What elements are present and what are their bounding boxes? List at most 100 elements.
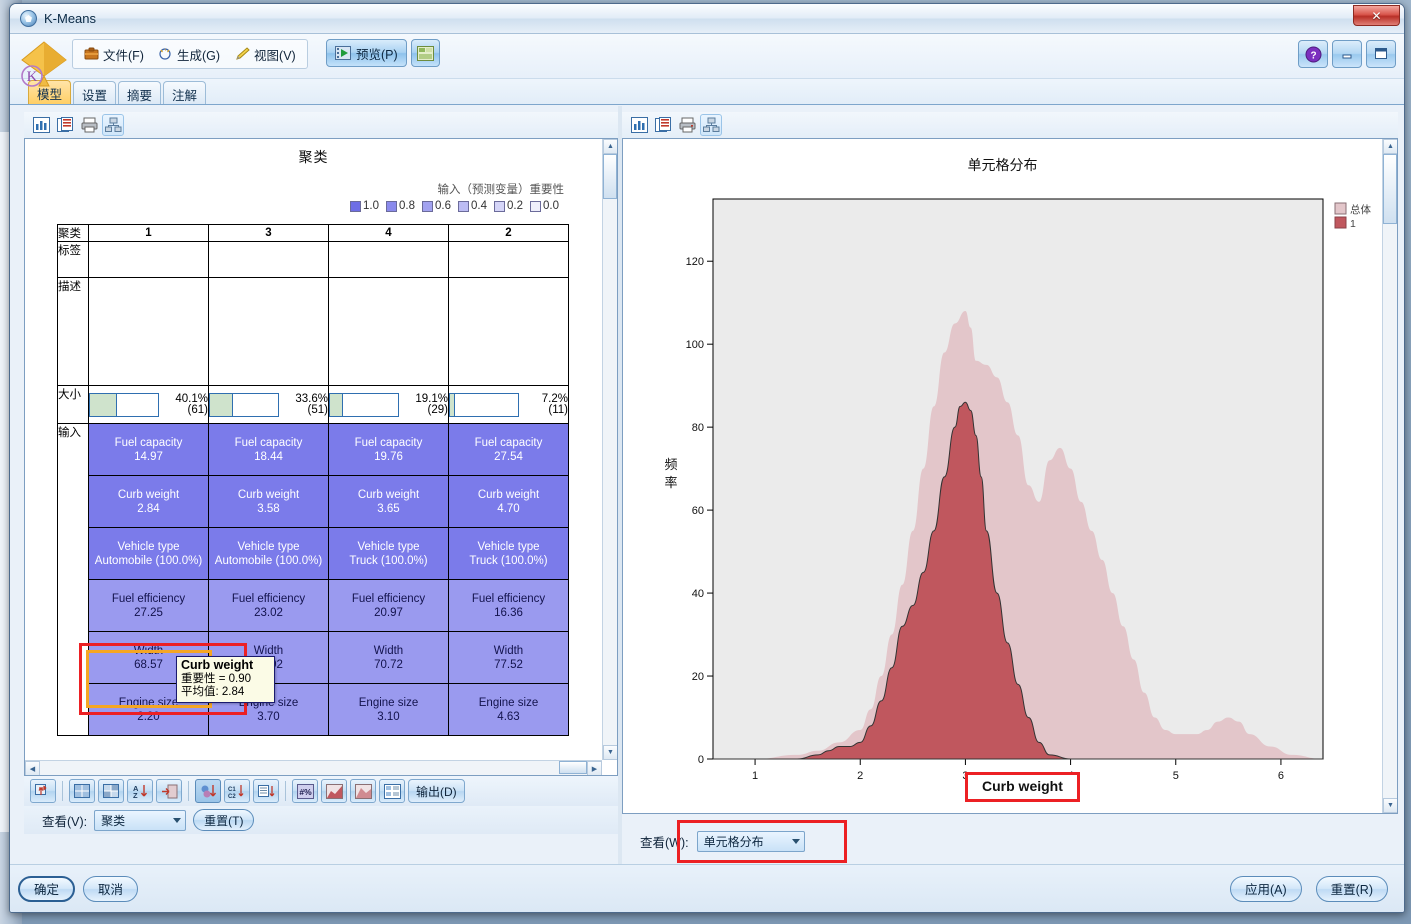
cluster-compare-icon[interactable] xyxy=(195,779,221,803)
cluster-reset-button[interactable]: 重置(T) xyxy=(193,809,255,831)
tab-settings[interactable]: 设置 xyxy=(73,81,117,104)
label-cell-2[interactable] xyxy=(208,241,329,278)
chart-view-icon[interactable] xyxy=(628,114,650,136)
cluster-col-2[interactable]: 2 xyxy=(448,224,569,242)
apply-button[interactable]: 应用(A) xyxy=(1229,875,1302,902)
cluster-col-3[interactable]: 3 xyxy=(208,224,329,242)
input-cell-fuel-capacity-3[interactable]: Fuel capacity 19.76 xyxy=(328,423,449,476)
input-cell-vehicle-type-1[interactable]: Vehicle type Automobile (100.0%) xyxy=(88,527,209,580)
label-cell-1[interactable] xyxy=(88,241,209,278)
preview-button[interactable]: 预览(P) xyxy=(326,39,407,67)
scroll-down-arrow[interactable]: ▼ xyxy=(1383,798,1397,813)
table-detail-icon[interactable] xyxy=(379,779,405,803)
export-tree-icon[interactable] xyxy=(102,114,124,136)
scroll-left-arrow[interactable]: ◀ xyxy=(25,761,40,775)
input-cell-engine-size-4[interactable]: Engine size 4.63 xyxy=(448,683,569,736)
grid-alt-view-icon[interactable] xyxy=(98,779,124,803)
input-cell-fuel-efficiency-1[interactable]: Fuel efficiency 27.25 xyxy=(88,579,209,632)
input-cell-curb-weight-2[interactable]: Curb weight 3.58 xyxy=(208,475,329,528)
help-button[interactable]: ? xyxy=(1298,40,1328,68)
cluster-vertical-scrollbar[interactable]: ▲ ▼ xyxy=(602,139,617,760)
input-cell-engine-size-3[interactable]: Engine size 3.10 xyxy=(328,683,449,736)
input-cell-vehicle-type-4[interactable]: Vehicle type Truck (100.0%) xyxy=(448,527,569,580)
scroll-up-arrow[interactable]: ▲ xyxy=(1383,139,1397,154)
cancel-button[interactable]: 取消 xyxy=(83,875,139,902)
maximize-button[interactable] xyxy=(1366,40,1396,68)
export-tree-icon[interactable] xyxy=(700,114,722,136)
input-cell-fuel-capacity-2[interactable]: Fuel capacity 18.44 xyxy=(208,423,329,476)
cell-distribution-chart[interactable]: 020406080100120 123456 总体 1 频 率 xyxy=(623,169,1382,809)
scroll-up-arrow[interactable]: ▲ xyxy=(603,139,617,154)
ok-button[interactable]: 确定 xyxy=(18,875,76,902)
input-cell-fuel-efficiency-2[interactable]: Fuel efficiency 23.02 xyxy=(208,579,329,632)
output-button[interactable]: 输出(D) xyxy=(408,779,465,803)
input-cell-vehicle-type-2[interactable]: Vehicle type Automobile (100.0%) xyxy=(208,527,329,580)
description-cell-1[interactable] xyxy=(88,277,209,386)
input-cell-curb-weight-1[interactable]: Curb weight 2.84 xyxy=(88,475,209,528)
cluster-horizontal-scrollbar[interactable]: ◀ ▶ xyxy=(25,760,602,775)
input-cell-width-3[interactable]: Width 70.72 xyxy=(328,631,449,684)
sort-az-icon[interactable]: AZ xyxy=(127,779,153,803)
menu-file[interactable]: 文件(F) xyxy=(77,42,151,67)
input-name: Fuel capacity xyxy=(474,436,543,449)
description-cell-4[interactable] xyxy=(448,277,569,386)
svg-text:#%: #% xyxy=(299,787,312,797)
percent-display-icon[interactable]: #% xyxy=(292,779,318,803)
input-value: 18.44 xyxy=(254,450,283,463)
scroll-right-arrow[interactable]: ▶ xyxy=(587,761,602,775)
input-cell-fuel-capacity-1[interactable]: Fuel capacity 14.97 xyxy=(88,423,209,476)
description-cell-3[interactable] xyxy=(328,277,449,386)
cluster-view-combo[interactable]: 聚类 xyxy=(94,809,187,831)
input-cell-curb-weight-3[interactable]: Curb weight 3.65 xyxy=(328,475,449,528)
grid-view-icon[interactable] xyxy=(69,779,95,803)
input-cell-fuel-efficiency-4[interactable]: Fuel efficiency 16.36 xyxy=(448,579,569,632)
input-cell-curb-weight-4[interactable]: Curb weight 4.70 xyxy=(448,475,569,528)
cluster-view-value: 聚类 xyxy=(101,813,126,828)
print-icon[interactable] xyxy=(676,114,698,136)
cluster-col-1[interactable]: 1 xyxy=(88,224,209,242)
list-sort-icon[interactable] xyxy=(253,779,279,803)
minimize-button[interactable] xyxy=(1332,40,1362,68)
chart-view-icon[interactable] xyxy=(30,114,52,136)
print-icon[interactable] xyxy=(78,114,100,136)
horizontal-scroll-thumb[interactable] xyxy=(559,761,587,774)
size-cell-4: 7.2% (11) xyxy=(448,385,569,424)
chart-vertical-scrollbar[interactable]: ▲ ▼ xyxy=(1382,139,1397,813)
reset-button[interactable]: 重置(R) xyxy=(1315,875,1388,902)
input-cell-fuel-capacity-4[interactable]: Fuel capacity 27.54 xyxy=(448,423,569,476)
y-tick-label: 60 xyxy=(692,505,704,517)
menu-view[interactable]: 视图(V) xyxy=(227,42,303,67)
y-tick-label: 20 xyxy=(692,671,704,683)
input-value: 27.54 xyxy=(494,450,523,463)
vertical-scroll-thumb[interactable] xyxy=(1383,154,1397,224)
chart-document: 单元格分布 020406080100120 123456 总体 xyxy=(623,139,1382,813)
copy-table-icon[interactable] xyxy=(652,114,674,136)
export-button[interactable] xyxy=(410,39,440,67)
vertical-scroll-thumb[interactable] xyxy=(603,154,617,199)
tab-summary[interactable]: 摘要 xyxy=(118,81,162,104)
input-cell-width-4[interactable]: Width 77.52 xyxy=(448,631,569,684)
insert-column-icon[interactable] xyxy=(156,779,182,803)
chart-view-selector-bar: 查看(W): 单元格分布 xyxy=(622,820,1398,863)
label-cell-3[interactable] xyxy=(328,241,449,278)
copy-table-icon[interactable] xyxy=(54,114,76,136)
distribution-chart-icon[interactable] xyxy=(321,779,347,803)
tab-annotation[interactable]: 注解 xyxy=(163,81,207,104)
distribution-chart-alt-icon[interactable] xyxy=(350,779,376,803)
transpose-icon[interactable] xyxy=(30,779,56,803)
input-cell-vehicle-type-3[interactable]: Vehicle type Truck (100.0%) xyxy=(328,527,449,580)
cluster-col-4[interactable]: 4 xyxy=(328,224,449,242)
kmeans-diamond-icon xyxy=(20,10,37,27)
input-cell-fuel-efficiency-3[interactable]: Fuel efficiency 20.97 xyxy=(328,579,449,632)
close-button[interactable]: ✕ xyxy=(1353,5,1400,26)
label-cell-4[interactable] xyxy=(448,241,569,278)
input-name: Engine size xyxy=(118,696,179,709)
size-bar-3 xyxy=(329,392,399,417)
input-value: 70.72 xyxy=(374,658,403,671)
description-cell-2[interactable] xyxy=(208,277,329,386)
c1c2-sort-icon[interactable]: C1 C2 xyxy=(224,779,250,803)
menu-generate[interactable]: 生成(G) xyxy=(151,42,227,67)
content-area: 聚类 输入（预测变量）重要性 1.0 0.8 0.6 0.4 0.2 0.0 聚… xyxy=(10,106,1404,864)
input-name: Fuel efficiency xyxy=(471,592,546,605)
scroll-down-arrow[interactable]: ▼ xyxy=(603,745,617,760)
